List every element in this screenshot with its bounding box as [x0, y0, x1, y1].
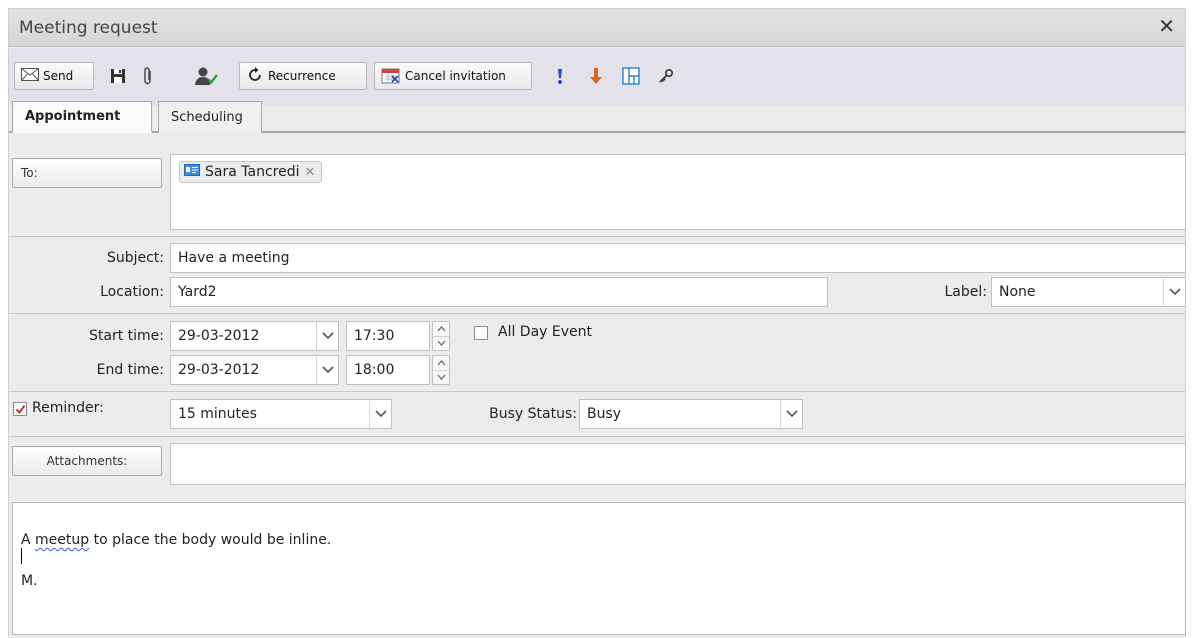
text-cursor	[21, 548, 22, 564]
contact-card-icon	[184, 164, 200, 180]
end-date-picker[interactable]: 29-03-2012	[170, 355, 339, 385]
subject-label: Subject:	[106, 250, 164, 266]
start-date-value: 29-03-2012	[178, 328, 260, 344]
low-importance-icon[interactable]	[587, 67, 605, 85]
recurrence-label: Recurrence	[268, 69, 336, 83]
location-label: Location:	[100, 284, 164, 300]
start-time-label: Start time:	[89, 328, 164, 344]
reminder-label: Reminder:	[32, 400, 104, 416]
subject-value: Have a meeting	[178, 250, 290, 266]
label-value: None	[999, 284, 1036, 300]
subject-input[interactable]: Have a meeting	[170, 243, 1186, 273]
chevron-down-icon[interactable]	[316, 322, 338, 350]
end-time-spinner[interactable]	[432, 355, 450, 385]
cancel-invitation-button[interactable]: Cancel invitation	[374, 62, 532, 90]
start-date-picker[interactable]: 29-03-2012	[170, 321, 339, 351]
chevron-down-icon[interactable]	[369, 400, 391, 428]
chevron-down-icon[interactable]	[316, 356, 338, 384]
envelope-icon	[21, 68, 39, 84]
layout-icon[interactable]	[622, 67, 640, 85]
chevron-down-icon[interactable]	[780, 400, 802, 428]
divider	[9, 436, 1185, 437]
attachments-field[interactable]	[170, 443, 1186, 485]
recipient-name: Sara Tancredi	[205, 164, 300, 180]
busy-status-value: Busy	[587, 406, 622, 422]
end-time-value: 18:00	[354, 362, 395, 378]
send-button[interactable]: Send	[14, 62, 94, 90]
high-importance-icon[interactable]	[551, 67, 569, 85]
busy-status-select[interactable]: Busy	[579, 399, 803, 429]
save-icon[interactable]	[109, 67, 127, 85]
divider	[9, 313, 1185, 314]
misspelled-word[interactable]: meetup	[35, 532, 89, 548]
divider	[9, 236, 1185, 237]
start-time-input[interactable]: 17:30	[346, 321, 430, 351]
start-time-spinner[interactable]	[432, 321, 450, 351]
tab-appointment[interactable]: Appointment	[12, 101, 152, 133]
message-body[interactable]: A meetup to place the body would be inli…	[12, 502, 1186, 635]
divider	[9, 391, 1185, 392]
busy-status-label: Busy Status:	[489, 406, 577, 422]
remove-recipient-icon[interactable]: ✕	[304, 165, 315, 180]
reminder-value: 15 minutes	[178, 406, 257, 422]
close-button[interactable]: ✕	[1158, 14, 1175, 38]
window-title: Meeting request	[19, 18, 158, 38]
send-label: Send	[43, 69, 74, 83]
attachments-button[interactable]: Attachments:	[12, 446, 162, 476]
recurrence-button[interactable]: Recurrence	[239, 62, 367, 90]
spin-down-icon[interactable]	[433, 369, 449, 385]
body-line-3: M.	[21, 573, 38, 589]
appointment-panel: To: Sara Tancredi ✕ Subject: Have a meet…	[9, 135, 1186, 638]
title-bar: Meeting request ✕	[9, 9, 1185, 47]
cancel-invitation-label: Cancel invitation	[405, 69, 506, 83]
all-day-label: All Day Event	[498, 324, 593, 340]
calendar-cancel-icon	[381, 66, 401, 87]
end-time-input[interactable]: 18:00	[346, 355, 430, 385]
to-field[interactable]: Sara Tancredi ✕	[170, 154, 1186, 230]
spin-down-icon[interactable]	[433, 335, 449, 351]
location-value: Yard2	[178, 284, 217, 300]
spin-up-icon[interactable]	[433, 356, 449, 370]
tab-scheduling[interactable]: Scheduling	[158, 101, 262, 133]
meeting-request-window: Meeting request ✕ Send Recurrence Cancel…	[8, 8, 1186, 638]
toolbar: Send Recurrence Cancel invitation	[9, 48, 1185, 106]
label-select[interactable]: None	[991, 277, 1186, 307]
chevron-down-icon[interactable]	[1163, 278, 1185, 306]
recurrence-icon	[246, 66, 264, 87]
end-time-label: End time:	[96, 362, 164, 378]
end-date-value: 29-03-2012	[178, 362, 260, 378]
reminder-checkbox[interactable]	[13, 402, 27, 416]
attach-icon[interactable]	[139, 67, 157, 85]
location-input[interactable]: Yard2	[170, 277, 828, 307]
reminder-select[interactable]: 15 minutes	[170, 399, 392, 429]
check-names-icon[interactable]	[194, 67, 220, 85]
tab-bar: Appointment Scheduling	[9, 101, 1185, 133]
all-day-checkbox[interactable]	[474, 326, 488, 340]
recipient-token[interactable]: Sara Tancredi ✕	[179, 161, 323, 183]
body-line-1: A meetup to place the body would be inli…	[21, 532, 332, 548]
spin-up-icon[interactable]	[433, 322, 449, 336]
start-time-value: 17:30	[354, 328, 395, 344]
to-button[interactable]: To:	[12, 158, 162, 188]
label-label: Label:	[944, 284, 988, 300]
key-icon[interactable]	[657, 67, 675, 85]
